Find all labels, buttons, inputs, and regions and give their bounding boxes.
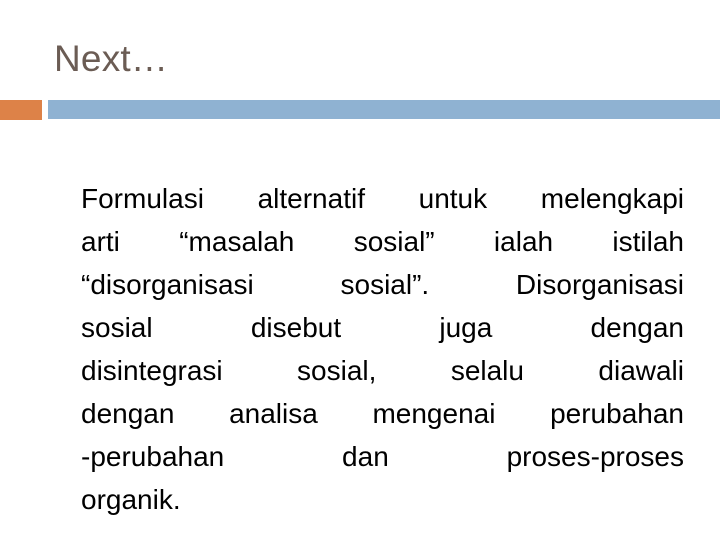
title-divider (0, 100, 720, 120)
slide: Next… Formulasi alternatif untuk melengk… (0, 0, 720, 540)
body-line: dengan analisa mengenai perubahan (81, 398, 684, 429)
body-content: Formulasi alternatif untuk melengkapi ar… (81, 177, 684, 521)
body-line: “disorganisasi sosial”. Disorganisasi (81, 269, 684, 300)
body-line: Formulasi alternatif untuk melengkapi (81, 183, 684, 214)
body-line: disintegrasi sosial, selalu diawali (81, 355, 684, 386)
divider-accent-block (0, 100, 42, 120)
page-title: Next… (54, 38, 169, 79)
body-line: arti “masalah sosial” ialah istilah (81, 226, 684, 257)
divider-bar (48, 100, 720, 119)
body-line: organik. (81, 484, 181, 515)
body-line: sosial disebut juga dengan (81, 312, 684, 343)
body-line: -perubahan dan proses-proses (81, 441, 684, 472)
body-paragraph: Formulasi alternatif untuk melengkapi ar… (81, 177, 684, 521)
